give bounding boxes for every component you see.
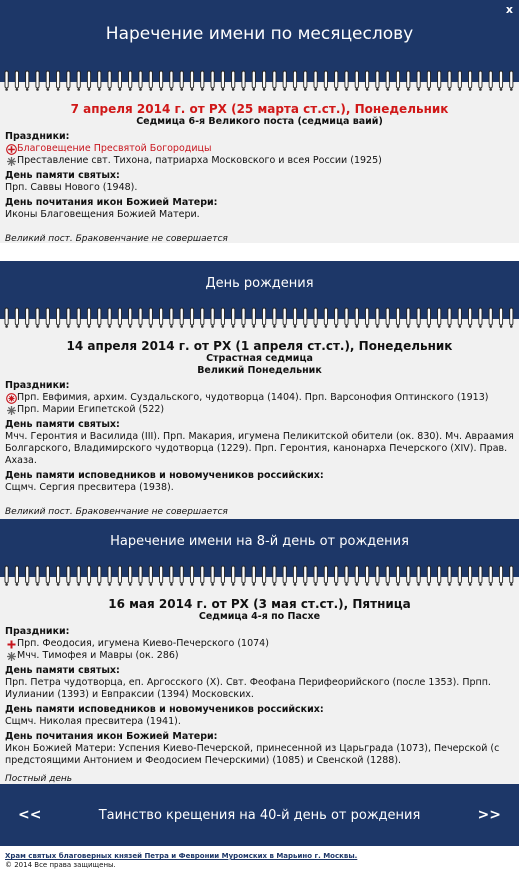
copyright: © 2014 Все права защищены.	[5, 861, 116, 869]
icons-heading: День почитания икон Божией Матери:	[5, 731, 218, 742]
saints-text: Мчч. Геронтия и Василида (III). Прп. Мак…	[5, 431, 514, 466]
confessors-text: Сщмч. Сергия пресвитера (1938).	[5, 482, 174, 493]
day-card-2: 14 апреля 2014 г. от РХ (1 апреля ст.ст.…	[0, 331, 519, 519]
feast-item: Прп. Евфимия, архим. Суздальского, чудот…	[5, 392, 514, 404]
section-title: Наречение имени на 8-й день от рождения	[110, 533, 409, 549]
saints-heading: День памяти святых:	[5, 419, 120, 430]
day-subtitle: Страстная седмица	[206, 353, 313, 364]
day-subtitle: Великий Понедельник	[197, 365, 322, 376]
feast-item: Прп. Марии Египетской (522)	[5, 404, 514, 416]
feast-item: Мчч. Тимофея и Мавры (ок. 286)	[5, 650, 514, 662]
saints-text: Прп. Петра чудотворца, еп. Аргосского (X…	[5, 677, 491, 700]
calendar-spiral	[0, 68, 519, 94]
confessors-text: Сщмч. Николая пресвитера (1941).	[5, 716, 181, 727]
icons-text: Икон Божией Матери: Успения Киево-Печерс…	[5, 743, 500, 766]
calendar-spiral	[0, 563, 519, 589]
feasts-heading: Праздники:	[5, 626, 70, 637]
feasts-heading: Праздники:	[5, 380, 70, 391]
saint-cross-icon	[5, 155, 17, 167]
feasts-heading: Праздники:	[5, 131, 70, 142]
page-title: Наречение имени по месяцеслову	[105, 24, 414, 44]
confessors-heading: День памяти исповедников и новомучеников…	[5, 470, 324, 481]
next-button[interactable]: >>	[478, 807, 501, 823]
feast-text: Прп. Евфимия, архим. Суздальского, чудот…	[17, 392, 489, 403]
section-banner-eighth-day: Наречение имени на 8-й день от рождения	[0, 519, 519, 563]
feast-item: Благовещение Пресвятой Богородицы	[5, 143, 514, 155]
prev-button[interactable]: <<	[18, 807, 41, 823]
day-note: Постный день	[5, 774, 73, 784]
day-title: 7 апреля 2014 г. от РХ (25 марта ст.ст.)…	[70, 102, 449, 116]
day-note: Великий пост. Браковенчание не совершает…	[5, 507, 228, 517]
header-banner: x Наречение имени по месяцеслову	[0, 0, 519, 68]
feast-text: Прп. Марии Египетской (522)	[17, 404, 165, 415]
day-subtitle: Седмица 4-я по Пасхе	[198, 611, 321, 622]
feast-item: Преставление свт. Тихона, патриарха Моск…	[5, 155, 514, 167]
saint-cross-icon	[5, 404, 17, 416]
red-cross-icon	[5, 638, 17, 650]
saints-text: Прп. Саввы Нового (1948).	[5, 182, 138, 193]
bottom-nav: << Таинство крещения на 40-й день от рож…	[0, 784, 519, 846]
feast-text: Мчч. Тимофея и Мавры (ок. 286)	[17, 650, 179, 661]
icons-heading: День почитания икон Божией Матери:	[5, 197, 218, 208]
calendar-spiral	[0, 305, 519, 331]
day-note: Великий пост. Браковенчание не совершает…	[5, 234, 228, 244]
feast-text: Преставление свт. Тихона, патриарха Моск…	[17, 155, 382, 166]
saint-cross-icon	[5, 650, 17, 662]
day-title: 14 апреля 2014 г. от РХ (1 апреля ст.ст.…	[66, 339, 453, 353]
day-card-1: 7 апреля 2014 г. от РХ (25 марта ст.ст.)…	[0, 94, 519, 244]
day-card-3: 16 мая 2014 г. от РХ (3 мая ст.ст.), Пят…	[0, 589, 519, 784]
saints-heading: День памяти святых:	[5, 665, 120, 676]
icons-text: Иконы Благовещения Божией Матери.	[5, 209, 200, 220]
close-button[interactable]: x	[506, 3, 513, 16]
great-feast-icon	[5, 143, 17, 155]
section-title: День рождения	[205, 275, 314, 291]
confessors-heading: День памяти исповедников и новомучеников…	[5, 704, 324, 715]
feast-item: Прп. Феодосия, игумена Киево-Печерского …	[5, 638, 514, 650]
feast-text: Прп. Феодосия, игумена Киево-Печерского …	[17, 638, 269, 649]
nav-label[interactable]: Таинство крещения на 40-й день от рожден…	[99, 808, 421, 823]
footer-link[interactable]: Храм святых благоверных князей Петра и Ф…	[5, 852, 514, 861]
section-banner-birthday: День рождения	[0, 261, 519, 305]
day-subtitle: Седмица 6-я Великого поста (седмица ваий…	[136, 116, 383, 127]
saints-heading: День памяти святых:	[5, 170, 120, 181]
feast-link[interactable]: Благовещение Пресвятой Богородицы	[17, 143, 211, 155]
day-title: 16 мая 2014 г. от РХ (3 мая ст.ст.), Пят…	[108, 597, 411, 611]
polyeleos-icon	[5, 392, 17, 404]
footer: Храм святых благоверных князей Петра и Ф…	[0, 846, 519, 870]
